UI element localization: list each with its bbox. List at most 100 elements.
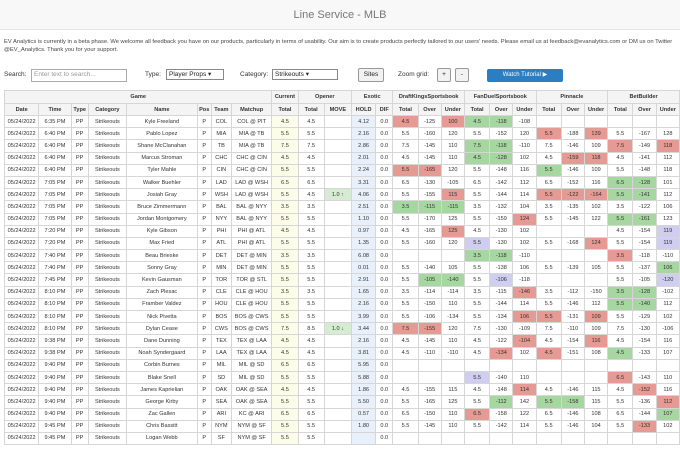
table-row[interactable]: 05/24/2022 7:20 PM PP Strikeouts Kyle Gibson… — [4, 224, 680, 238]
column-header-hold[interactable]: HOLD — [350, 103, 377, 116]
table-cell: WSH — [210, 188, 232, 202]
column-header-total[interactable]: Total — [463, 103, 491, 116]
search-input[interactable]: Enter text to search... — [31, 69, 127, 82]
table-cell: 5.5 — [607, 212, 634, 226]
table-row[interactable]: 05/24/2022 6:40 PM PP Strikeouts Pablo Lopez… — [4, 127, 680, 141]
table-cell: TOR @ STL — [230, 273, 273, 287]
table-cell: 1.10 — [350, 212, 377, 226]
table-row[interactable]: 05/24/2022 7:05 PM PP Strikeouts Josiah Gray… — [4, 188, 680, 202]
table-cell: 128 — [655, 127, 680, 141]
table-cell: 120 — [440, 236, 465, 251]
table-cell: Sonny Gray — [126, 261, 198, 275]
table-cell: LAD — [210, 175, 232, 190]
table-row[interactable]: 05/24/2022 9:38 PM PP Strikeouts Dane Dunnin… — [4, 334, 680, 348]
table-cell: Strikeouts — [87, 249, 128, 263]
table-row[interactable]: 05/24/2022 7:05 PM PP Strikeouts Walker Bueh… — [4, 175, 680, 190]
table-cell: 116 — [655, 334, 680, 348]
table-row[interactable]: 05/24/2022 9:40 PM PP Strikeouts James Kapri… — [4, 383, 680, 397]
table-cell: 6.5 — [607, 370, 634, 385]
table-cell: 102 — [512, 224, 537, 238]
table-cell: P — [196, 127, 212, 141]
table-cell: 6.5 — [271, 358, 299, 372]
column-header-total[interactable]: Total — [607, 103, 634, 116]
table-cell: -106 — [489, 273, 514, 287]
column-header-move[interactable]: MOVE — [323, 103, 353, 116]
column-header-over[interactable]: Over — [632, 103, 657, 116]
column-header-dif[interactable]: DIF — [375, 103, 394, 116]
table-cell: 4.5 — [607, 383, 634, 397]
table-row[interactable]: 05/24/2022 8:10 PM PP Strikeouts Nick Pivett… — [4, 309, 680, 324]
column-header-under[interactable]: Under — [440, 103, 465, 116]
zoom-in-button[interactable]: + — [437, 68, 451, 82]
table-row[interactable]: 05/24/2022 9:40 PM PP Strikeouts Zac Gallen P… — [4, 407, 680, 421]
column-header-total[interactable]: Total — [297, 103, 325, 116]
sites-button[interactable]: Sites — [358, 68, 384, 82]
column-header-under[interactable]: Under — [583, 103, 609, 116]
table-cell: 5.5 — [297, 431, 325, 446]
table-cell — [417, 370, 442, 385]
column-header-pos[interactable]: Pos — [196, 103, 212, 116]
watch-tutorial-button[interactable]: Watch Tutorial ▶ — [487, 69, 563, 82]
column-header-over[interactable]: Over — [560, 103, 585, 116]
table-cell: 5.5 — [607, 273, 634, 287]
table-row[interactable]: 05/24/2022 9:40 PM PP Strikeouts George Kirb… — [4, 395, 680, 409]
column-header-category[interactable]: Category — [87, 103, 128, 116]
table-cell: BAL — [210, 200, 232, 214]
table-cell: P — [196, 322, 212, 336]
table-row[interactable]: 05/24/2022 7:05 PM PP Strikeouts Bruce Zimme… — [4, 200, 680, 214]
table-row[interactable]: 05/24/2022 7:40 PM PP Strikeouts Sonny Gray P… — [4, 261, 680, 275]
table-cell: 0.0 — [375, 200, 394, 214]
table-cell — [560, 114, 585, 129]
table-row[interactable]: 05/24/2022 8:10 PM PP Strikeouts Dylan Cease… — [4, 322, 680, 336]
table-row[interactable]: 05/24/2022 6:40 PM PP Strikeouts Shane McCla… — [4, 139, 680, 153]
table-cell: -114 — [440, 285, 465, 299]
category-select[interactable]: Strikeouts ▾ — [272, 69, 338, 80]
column-header-name[interactable]: Name — [126, 103, 198, 116]
table-cell: 5.5 — [535, 188, 562, 202]
table-row[interactable]: 05/24/2022 9:45 PM PP Strikeouts Chris Bassi… — [4, 419, 680, 433]
type-select[interactable]: Player Props ▾ — [166, 69, 224, 80]
column-header-over[interactable]: Over — [417, 103, 442, 116]
column-header-date[interactable]: Date — [4, 103, 40, 116]
column-header-team[interactable]: Team — [210, 103, 232, 116]
table-cell: 2.86 — [350, 139, 377, 153]
table-row[interactable]: 05/24/2022 6:40 PM PP Strikeouts Tyler Mahle… — [4, 163, 680, 177]
table-row[interactable]: 05/24/2022 6:35 PM PP Strikeouts Kyle Freela… — [4, 114, 680, 129]
table-cell: -110 — [512, 249, 537, 263]
zoom-out-button[interactable]: - — [455, 68, 469, 82]
table-cell: -165 — [417, 395, 442, 409]
column-header-total[interactable]: Total — [535, 103, 562, 116]
table-cell: -154 — [632, 334, 657, 348]
table-cell: PP — [70, 224, 89, 238]
column-header-matchup[interactable]: Matchup — [230, 103, 273, 116]
column-header-under[interactable]: Under — [512, 103, 537, 116]
table-row[interactable]: 05/24/2022 7:20 PM PP Strikeouts Max Fried P A… — [4, 236, 680, 251]
table-row[interactable]: 05/24/2022 9:40 PM PP Strikeouts Blake Snell… — [4, 370, 680, 385]
table-cell: Dane Dunning — [126, 334, 198, 348]
table-cell — [392, 431, 419, 446]
column-header-type[interactable]: Type — [70, 103, 89, 116]
table-cell: 05/24/2022 — [4, 309, 40, 324]
table-row[interactable]: 05/24/2022 8:10 PM PP Strikeouts Framber Val… — [4, 297, 680, 312]
table-cell: -152 — [632, 383, 657, 397]
table-row[interactable]: 05/24/2022 6:40 PM PP Strikeouts Marcus Stro… — [4, 151, 680, 165]
column-header-total[interactable]: Total — [271, 103, 299, 116]
table-row[interactable]: 05/24/2022 9:45 PM PP Strikeouts Logan Webb P… — [4, 431, 680, 446]
column-header-total[interactable]: Total — [392, 103, 419, 116]
table-row[interactable]: 05/24/2022 9:40 PM PP Strikeouts Corbin Burn… — [4, 358, 680, 372]
column-header-time[interactable]: Time — [38, 103, 72, 116]
table-cell: PP — [70, 212, 89, 226]
table-row[interactable]: 05/24/2022 7:45 PM PP Strikeouts Kevin Gausm… — [4, 273, 680, 287]
table-row[interactable]: 05/24/2022 8:10 PM PP Strikeouts Zach Plesac… — [4, 285, 680, 299]
table-row[interactable]: 05/24/2022 7:40 PM PP Strikeouts Beau Briesk… — [4, 249, 680, 263]
table-cell: -155 — [417, 383, 442, 397]
table-cell: 6.5 — [463, 175, 491, 190]
table-row[interactable]: 05/24/2022 7:05 PM PP Strikeouts Jordan Mont… — [4, 212, 680, 226]
column-header-under[interactable]: Under — [655, 103, 680, 116]
table-cell: -154 — [560, 334, 585, 348]
table-cell: 100 — [440, 114, 465, 129]
table-row[interactable]: 05/24/2022 9:38 PM PP Strikeouts Noah Synder… — [4, 346, 680, 360]
table-cell: 5.5 — [271, 419, 299, 433]
table-cell: 5.5 — [271, 273, 299, 287]
column-header-over[interactable]: Over — [489, 103, 514, 116]
